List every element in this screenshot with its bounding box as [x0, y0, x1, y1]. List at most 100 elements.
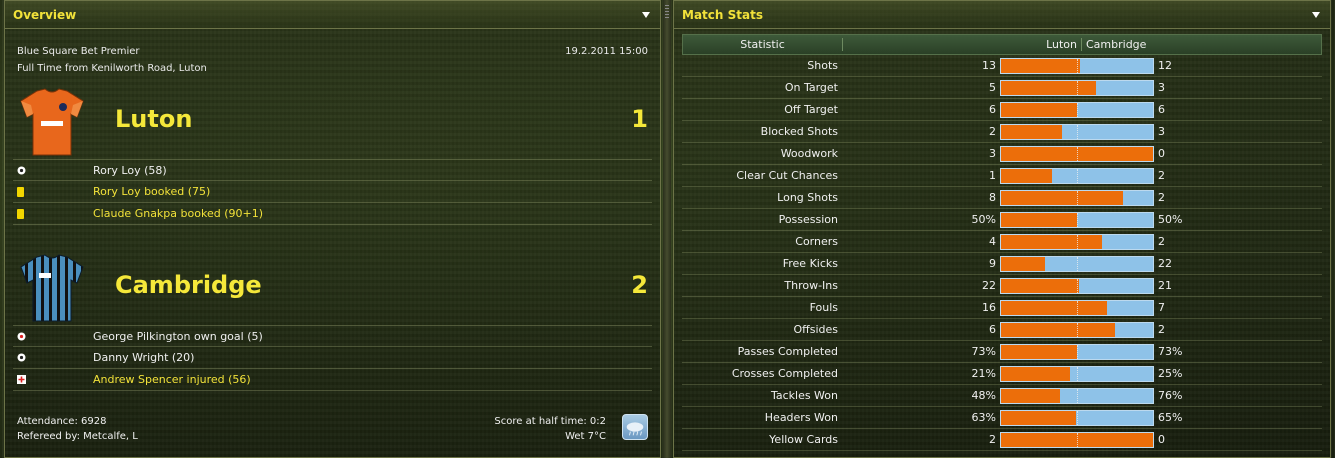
stat-away-value: 2: [1158, 169, 1165, 182]
home-team-name[interactable]: Luton: [115, 105, 192, 133]
injury-icon: [13, 375, 93, 384]
stat-home-fill: [1001, 124, 1062, 139]
stat-away-value: 21: [1158, 279, 1172, 292]
stat-away-value: 22: [1158, 257, 1172, 270]
stat-comparison-bar: [1000, 189, 1154, 206]
stat-away-value: 50%: [1158, 213, 1183, 226]
event-row: Rory Loy booked (75): [13, 181, 652, 203]
stat-home-fill: [1001, 300, 1107, 315]
stat-row: Clear Cut Chances 1 2: [682, 165, 1322, 187]
stat-label: Free Kicks: [782, 257, 838, 270]
stat-row: Passes Completed 73% 73%: [682, 341, 1322, 363]
match-stats-menu-button[interactable]: [1310, 9, 1322, 21]
stat-home-fill: [1001, 278, 1079, 293]
stat-comparison-bar: [1000, 409, 1154, 426]
stat-home-value: 3: [989, 147, 996, 160]
competition-name: Blue Square Bet Premier: [17, 46, 140, 57]
event-text[interactable]: Rory Loy booked (75): [93, 185, 210, 198]
stat-away-value: 65%: [1158, 411, 1183, 424]
event-text[interactable]: Claude Gnakpa booked (90+1): [93, 207, 263, 220]
home-team-block: Luton 1: [13, 87, 652, 156]
stat-home-value: 8: [989, 191, 996, 204]
stat-away-value: 12: [1158, 59, 1172, 72]
event-row: Danny Wright (20): [13, 347, 652, 369]
stat-row: Offsides 6 2: [682, 319, 1322, 341]
stat-home-fill: [1001, 190, 1123, 205]
stat-midline: [1077, 190, 1078, 205]
stat-away-value: 2: [1158, 323, 1165, 336]
away-team-block: Cambridge 2: [13, 253, 652, 322]
stats-table-header: Statistic Luton Cambridge: [682, 34, 1322, 55]
stat-comparison-bar: [1000, 387, 1154, 404]
stat-comparison-bar: [1000, 299, 1154, 316]
stat-midline: [1077, 80, 1078, 95]
stat-home-value: 21%: [971, 367, 996, 380]
own-goal-ball-icon: [13, 332, 93, 341]
stat-away-value: 6: [1158, 103, 1165, 116]
header-home-team[interactable]: Luton: [843, 38, 1081, 51]
away-events: George Pilkington own goal (5) Danny Wrig…: [13, 325, 652, 391]
stat-home-fill: [1001, 58, 1081, 73]
stat-home-value: 9: [989, 257, 996, 270]
splitter-grip-icon[interactable]: [665, 4, 669, 18]
stat-label: Fouls: [809, 301, 838, 314]
stat-home-fill: [1001, 322, 1115, 337]
header-statistic[interactable]: Statistic: [683, 38, 843, 51]
referee[interactable]: Refereed by: Metcalfe, L: [17, 429, 138, 444]
chevron-down-icon: [1312, 11, 1320, 18]
overview-header: Overview: [5, 1, 660, 29]
stat-midline: [1077, 102, 1078, 117]
stat-home-value: 2: [989, 125, 996, 138]
stat-comparison-bar: [1000, 79, 1154, 96]
event-text[interactable]: Rory Loy (58): [93, 164, 167, 177]
stat-comparison-bar: [1000, 343, 1154, 360]
away-kit-icon: [20, 254, 84, 322]
stat-midline: [1077, 256, 1078, 271]
stat-comparison-bar: [1000, 211, 1154, 228]
stat-label: Yellow Cards: [769, 433, 838, 446]
away-team-score: 2: [631, 271, 648, 299]
stat-comparison-bar: [1000, 57, 1154, 74]
home-team-score: 1: [631, 105, 648, 133]
stat-row: Off Target 6 6: [682, 99, 1322, 121]
rain-cloud-icon: [622, 414, 648, 440]
event-text[interactable]: George Pilkington own goal (5): [93, 330, 263, 343]
stat-away-value: 3: [1158, 125, 1165, 138]
stat-home-fill: [1001, 212, 1077, 227]
match-footer-left: Attendance: 6928 Refereed by: Metcalfe, …: [17, 414, 138, 444]
stat-label: Possession: [778, 213, 838, 226]
attendance: Attendance: 6928: [17, 416, 107, 427]
stat-label: On Target: [784, 81, 838, 94]
stat-row: Woodwork 3 0: [682, 143, 1322, 165]
stat-midline: [1077, 234, 1078, 249]
stat-home-value: 13: [982, 59, 996, 72]
stat-home-fill: [1001, 344, 1077, 359]
stat-home-fill: [1001, 102, 1077, 117]
stat-home-value: 5: [989, 81, 996, 94]
stat-midline: [1077, 212, 1078, 227]
stat-label: Woodwork: [780, 147, 838, 160]
overview-menu-button[interactable]: [640, 9, 652, 21]
stat-label: Headers Won: [764, 411, 838, 424]
stat-away-value: 3: [1158, 81, 1165, 94]
ball-icon: [13, 353, 93, 362]
stat-home-fill: [1001, 256, 1046, 271]
stat-row: On Target 5 3: [682, 77, 1322, 99]
stat-home-value: 22: [982, 279, 996, 292]
yellow-card-icon: [13, 208, 93, 219]
stat-row: Headers Won 63% 65%: [682, 407, 1322, 429]
panel-splitter[interactable]: [663, 0, 671, 458]
stat-midline: [1077, 344, 1078, 359]
header-away-team[interactable]: Cambridge: [1081, 38, 1146, 51]
stat-away-value: 0: [1158, 147, 1165, 160]
stat-home-value: 1: [989, 169, 996, 182]
stat-home-value: 48%: [971, 389, 996, 402]
away-team-name[interactable]: Cambridge: [115, 271, 262, 299]
match-stats-panel: Match Stats Statistic Luton Cambridge Sh…: [673, 0, 1331, 458]
stat-midline: [1077, 168, 1078, 183]
stat-home-value: 6: [989, 323, 996, 336]
stat-away-value: 2: [1158, 191, 1165, 204]
event-text[interactable]: Andrew Spencer injured (56): [93, 373, 251, 386]
weather-text: Wet 7°C: [565, 431, 606, 442]
event-text[interactable]: Danny Wright (20): [93, 351, 194, 364]
